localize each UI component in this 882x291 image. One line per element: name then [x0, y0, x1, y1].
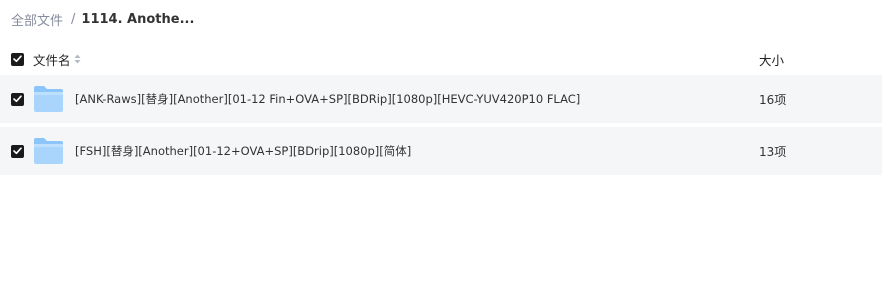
row-file-size: 13项: [759, 144, 787, 159]
row-checkbox[interactable]: [11, 92, 24, 106]
sort-icon[interactable]: [74, 54, 81, 64]
checkmark-icon: [13, 55, 22, 63]
row-file-size: 16项: [759, 92, 787, 107]
breadcrumb-separator: /: [71, 11, 76, 27]
row-file-name[interactable]: [ANK-Raws][替身][Another][01-12 Fin+OVA+SP…: [75, 91, 580, 107]
row-checkbox[interactable]: [11, 144, 24, 158]
column-header-size[interactable]: 大小: [759, 50, 784, 69]
breadcrumb-root-link[interactable]: 全部文件: [11, 10, 63, 29]
folder-icon: [34, 86, 63, 112]
row-file-name[interactable]: [FSH][替身][Another][01-12+OVA+SP][BDrip][…: [75, 143, 411, 159]
breadcrumb: 全部文件 / 1114. Anothe...: [11, 9, 194, 29]
table-row[interactable]: [FSH][替身][Another][01-12+OVA+SP][BDrip][…: [0, 127, 882, 175]
column-header-name-label: 文件名: [33, 52, 71, 68]
column-header-name[interactable]: 文件名: [33, 50, 81, 69]
table-header: 文件名 大小: [0, 44, 882, 74]
checkmark-icon: [13, 147, 22, 155]
checkmark-icon: [13, 95, 22, 103]
breadcrumb-current: 1114. Anothe...: [81, 11, 195, 27]
select-all-checkbox[interactable]: [11, 52, 24, 66]
table-row[interactable]: [ANK-Raws][替身][Another][01-12 Fin+OVA+SP…: [0, 75, 882, 123]
folder-icon: [34, 138, 63, 164]
